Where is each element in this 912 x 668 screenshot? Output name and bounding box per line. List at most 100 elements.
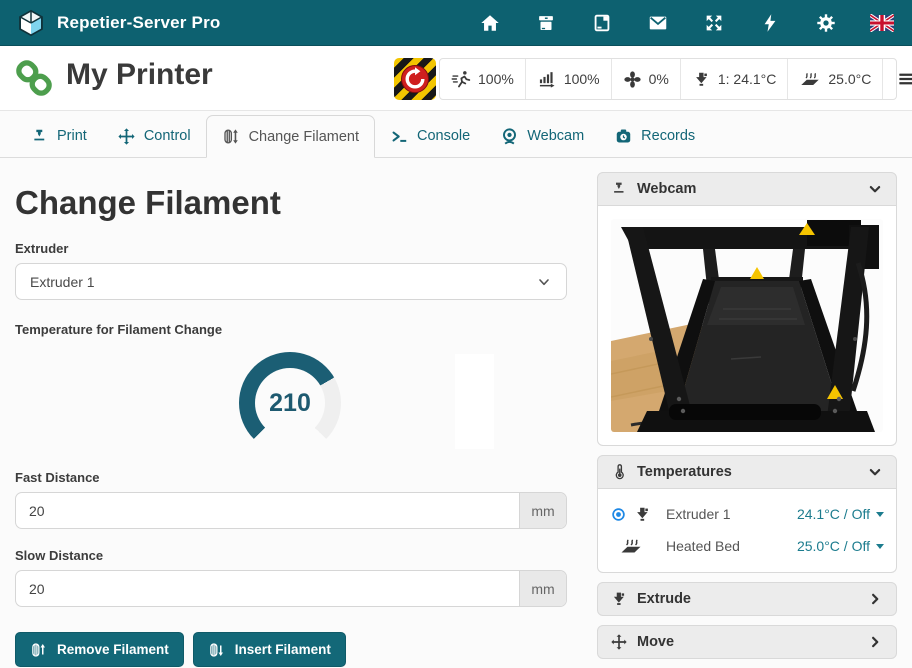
thermometer-icon — [610, 463, 628, 481]
heated-bed-icon — [616, 534, 646, 558]
webcam-panel-title: Webcam — [637, 181, 696, 197]
chevron-down-icon — [536, 274, 552, 290]
change-filament-icon — [222, 127, 241, 146]
app-title: Repetier-Server Pro — [57, 13, 220, 33]
manual-icon[interactable] — [590, 11, 614, 35]
tab-webcam-label: Webcam — [527, 128, 584, 144]
filament-up-icon — [30, 641, 48, 659]
printer-menu-button[interactable] — [883, 59, 912, 99]
tab-print[interactable]: Print — [15, 115, 102, 157]
fan-icon — [623, 70, 642, 89]
temperature-gauge-area: 210 — [15, 344, 567, 456]
temperatures-panel-title: Temperatures — [637, 464, 732, 480]
move-cross-icon — [117, 127, 136, 146]
fast-distance-unit: mm — [519, 493, 566, 528]
flow-icon — [537, 69, 557, 89]
slow-distance-unit: mm — [519, 571, 566, 606]
tab-console[interactable]: Console — [375, 115, 485, 157]
tab-console-label: Console — [417, 128, 470, 144]
extrude-panel: Extrude — [597, 582, 897, 616]
move-panel-title: Move — [637, 634, 674, 650]
bed-temp-status[interactable]: 25.0°C — [788, 59, 883, 99]
bolt-icon[interactable] — [758, 11, 782, 35]
temperature-value: 210 — [269, 389, 311, 418]
uk-flag-icon[interactable] — [870, 11, 894, 35]
extruder-temp-reading: 24.1°C / Off — [797, 506, 870, 522]
extruder-select[interactable]: Extruder 1 — [15, 263, 567, 300]
gear-icon[interactable] — [814, 11, 838, 35]
extruder-icon — [610, 590, 628, 608]
temperature-slider[interactable] — [455, 354, 494, 449]
fast-distance-input[interactable] — [16, 493, 519, 528]
nozzle-icon — [610, 180, 628, 198]
bed-temp-value: 25.0°C — [828, 71, 871, 87]
fast-distance-group: mm — [15, 492, 567, 529]
chevron-down-icon — [866, 180, 884, 198]
app-logo-icon[interactable] — [16, 8, 46, 38]
printer-status-bar: 100% 100% 0% — [439, 58, 897, 100]
bed-temp-row: Heated Bed 25.0°C / Off — [610, 530, 884, 562]
page-title: Change Filament — [15, 184, 567, 222]
temperatures-panel-body: Extruder 1 24.1°C / Off Heated Bed 25.0°… — [597, 489, 897, 573]
printer-header: My Printer 100% — [0, 46, 912, 111]
filament-actions: Remove Filament Insert Filament — [15, 632, 567, 667]
speed-status[interactable]: 100% — [440, 59, 526, 99]
extruder-label: Extruder — [15, 241, 567, 256]
fan-status[interactable]: 0% — [612, 59, 681, 99]
console-icon — [390, 127, 409, 146]
heated-bed-icon — [799, 68, 821, 90]
bed-row-name: Heated Bed — [666, 538, 740, 554]
print-icon — [30, 127, 49, 146]
fullscreen-icon[interactable] — [702, 11, 726, 35]
bed-temp-dropdown[interactable]: 25.0°C / Off — [797, 538, 884, 554]
printer-title: My Printer — [66, 58, 213, 92]
emergency-stop-button[interactable] — [394, 58, 436, 100]
printer-box-icon[interactable] — [534, 11, 558, 35]
extruder-icon — [633, 505, 652, 524]
mail-icon[interactable] — [646, 11, 670, 35]
temperature-knob[interactable]: 210 — [239, 352, 341, 454]
webcam-panel-header[interactable]: Webcam — [597, 172, 897, 206]
flow-value: 100% — [564, 71, 600, 87]
flow-status[interactable]: 100% — [526, 59, 612, 99]
tab-records-label: Records — [641, 128, 695, 144]
tab-change-filament[interactable]: Change Filament — [206, 115, 375, 158]
extruder-temp-value: 1: 24.1°C — [718, 71, 777, 87]
move-panel-header[interactable]: Move — [597, 625, 897, 659]
remove-filament-button[interactable]: Remove Filament — [15, 632, 184, 667]
extruder-temp-status[interactable]: 1: 24.1°C — [681, 59, 789, 99]
temperatures-panel-header[interactable]: Temperatures — [597, 455, 897, 489]
tab-records[interactable]: Records — [599, 115, 710, 157]
extruder-icon — [692, 70, 711, 89]
speed-icon — [451, 69, 471, 89]
home-icon[interactable] — [478, 11, 502, 35]
hamburger-menu-icon — [896, 69, 912, 89]
slow-distance-label: Slow Distance — [15, 548, 567, 563]
temperatures-panel: Temperatures Extruder 1 — [597, 455, 897, 573]
top-navbar: Repetier-Server Pro — [0, 0, 912, 46]
chevron-right-icon — [866, 590, 884, 608]
filament-down-icon — [208, 641, 226, 659]
move-cross-icon — [610, 633, 628, 651]
slow-distance-input[interactable] — [16, 571, 519, 606]
extruder-select-value: Extruder 1 — [30, 274, 95, 290]
records-icon — [614, 127, 633, 146]
tab-print-label: Print — [57, 128, 87, 144]
speed-value: 100% — [478, 71, 514, 87]
extruder-temp-row: Extruder 1 24.1°C / Off — [610, 498, 884, 530]
active-target-icon[interactable] — [610, 506, 627, 523]
webcam-icon — [500, 127, 519, 146]
slow-distance-group: mm — [15, 570, 567, 607]
extrude-panel-header[interactable]: Extrude — [597, 582, 897, 616]
right-sidebar: Webcam — [597, 172, 897, 668]
fan-value: 0% — [649, 71, 669, 87]
insert-filament-button[interactable]: Insert Filament — [193, 632, 346, 667]
caret-down-icon — [876, 544, 884, 549]
tab-control[interactable]: Control — [102, 115, 206, 157]
tab-webcam[interactable]: Webcam — [485, 115, 599, 157]
change-filament-panel: Change Filament Extruder Extruder 1 Temp… — [15, 158, 567, 667]
navbar-icons — [478, 11, 896, 35]
insert-filament-label: Insert Filament — [235, 642, 331, 657]
extruder-temp-dropdown[interactable]: 24.1°C / Off — [797, 506, 884, 522]
webcam-stream-image[interactable] — [611, 219, 883, 432]
